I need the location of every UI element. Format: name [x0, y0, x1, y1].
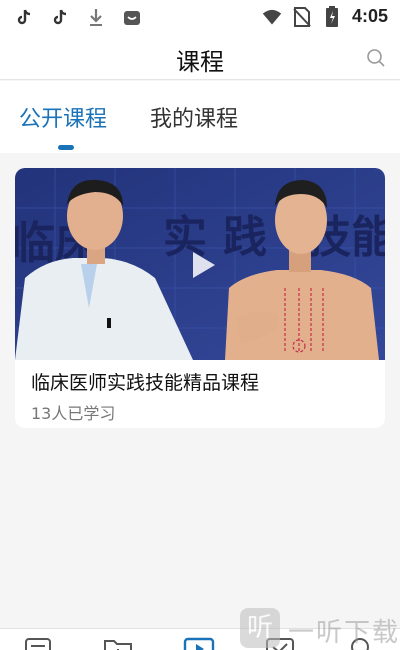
tiktok-icon — [14, 8, 34, 28]
play-square-icon[interactable] — [183, 635, 215, 650]
search-icon[interactable] — [366, 48, 386, 68]
watermark: 听 一听下载 — [240, 606, 400, 650]
thumbnail-text-2: 实 — [163, 212, 207, 263]
no-sim-icon — [292, 6, 312, 27]
status-time: 4:05 — [351, 6, 388, 26]
battery-icon — [322, 5, 342, 27]
thumbnail-text-3: 践 — [223, 212, 267, 263]
download-icon — [86, 8, 106, 28]
status-bar: 4:05 — [0, 0, 400, 36]
tiktok-icon — [50, 8, 70, 28]
app-notification-icon — [122, 8, 142, 28]
course-title[interactable]: 临床医师实践技能精品课程 — [31, 368, 259, 395]
course-learners: 13人已学习 — [31, 404, 116, 423]
watermark-logo: 听 — [240, 608, 280, 648]
tab-public-courses[interactable]: 公开课程 — [19, 101, 107, 133]
folder-icon[interactable] — [102, 635, 134, 650]
course-thumbnail[interactable]: 临床 实 践 技能 — [15, 168, 385, 360]
tab-indicator — [58, 145, 74, 150]
app-bar: 课程 — [0, 36, 400, 80]
wifi-icon — [262, 7, 282, 27]
tab-my-courses[interactable]: 我的课程 — [150, 101, 238, 133]
watermark-text: 一听下载 — [288, 618, 400, 648]
course-card[interactable]: 临床 实 践 技能 临床医师实践技能精品课程 13人已学习 — [15, 168, 385, 428]
course-tabs: 公开课程 我的课程 — [0, 81, 400, 153]
list-icon[interactable] — [22, 635, 54, 650]
page-title: 课程 — [176, 48, 224, 76]
